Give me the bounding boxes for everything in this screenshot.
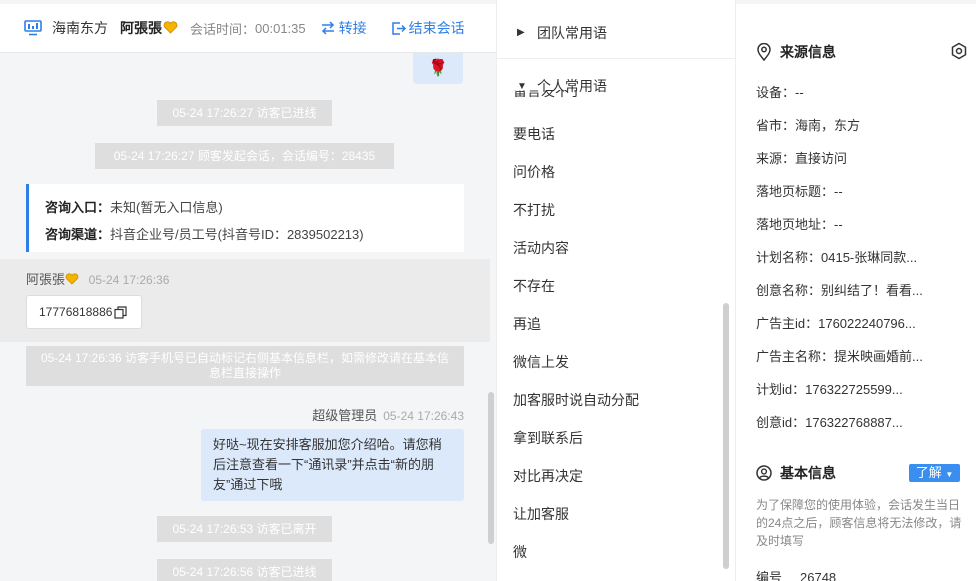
system-message: 05-24 17:26:56 访客已进线	[157, 559, 332, 581]
phrase-item[interactable]: 微信上发	[513, 352, 569, 372]
phrases-scrollbar[interactable]	[723, 303, 729, 569]
view-icon[interactable]	[950, 42, 968, 60]
phrase-item[interactable]: 留言发不了	[513, 90, 583, 102]
chat-header: 海南东方 阿張張 会话时间： 00:01:35 转接 结束会话	[0, 4, 496, 52]
source-row-device: 设备：--	[756, 85, 804, 100]
phrase-item[interactable]: 要电话	[513, 124, 555, 144]
phrase-item[interactable]: 加客服时说自动分配	[513, 390, 639, 410]
heart-icon	[163, 21, 178, 34]
copy-icon[interactable]	[114, 305, 128, 319]
phrases-panel: ▶ 团队常用语 ▼ 个人常用语 留言发不了 要电话 问价格 不打扰 活动内容 不…	[496, 0, 736, 581]
chat-panel: 海南东方 阿張張 会话时间： 00:01:35 转接 结束会话 🌹 05-24 …	[0, 0, 496, 581]
system-message: 05-24 17:26:27 访客已进线	[157, 100, 332, 126]
source-row-creative-id: 创意id：176322768887...	[756, 415, 903, 430]
agent-message: 好哒~现在安排客服加您介绍哈。请您稍后注意查看一下“通讯录”并点击“新的朋友”通…	[201, 429, 464, 501]
visitor-name-text: 阿張張	[120, 20, 162, 36]
source-row-landing-url: 落地页地址：--	[756, 217, 843, 232]
visitor-name: 阿張張	[120, 18, 178, 38]
phrase-text: 留言发不了	[513, 90, 583, 99]
agent-sender-name: 超级管理员	[312, 408, 378, 423]
channel-label: 咨询渠道：	[45, 227, 111, 242]
customer-id-label: 编号	[756, 570, 783, 581]
source-row-advertiser-name: 广告主名称：提米映画婚前...	[756, 349, 923, 364]
visitor-message-block: 阿張張 05-24 17:26:36 17776818886	[0, 259, 490, 342]
phrase-item[interactable]: 不打扰	[513, 200, 555, 220]
monitor-icon	[24, 20, 42, 36]
customer-id-row: 编号 26748	[756, 567, 836, 581]
learn-more-button[interactable]: 了解 ▼	[909, 464, 960, 482]
end-session-label: 结束会话	[408, 20, 465, 36]
system-message: 05-24 17:26:53 访客已离开	[157, 516, 332, 542]
exit-icon	[391, 21, 406, 35]
visitor-message-time: 05-24 17:26:36	[88, 273, 170, 287]
source-row-plan-name: 计划名称：0415-张琳同款...	[756, 250, 918, 265]
personal-phrases-group[interactable]: ▼ 个人常用语	[497, 61, 735, 111]
learn-more-label: 了解	[915, 465, 942, 480]
phrase-item[interactable]: 对比再决定	[513, 466, 583, 486]
user-icon	[756, 465, 772, 481]
source-info-label: 来源信息	[780, 44, 836, 60]
channel-value: 抖音企业号/员工号(抖音号ID：2839502213)	[110, 227, 364, 242]
phrase-item[interactable]: 活动内容	[513, 238, 569, 258]
heart-icon	[65, 273, 79, 285]
phone-number: 17776818886	[39, 305, 113, 319]
phone-message: 17776818886	[26, 295, 142, 329]
agent-message-time: 05-24 17:26:43	[383, 409, 464, 423]
agent-sender: 超级管理员 05-24 17:26:43	[312, 405, 464, 424]
source-row-creative-name: 创意名称：别纠结了！看看...	[756, 283, 923, 298]
customer-id-value: 26748	[800, 570, 837, 581]
chat-scrollbar[interactable]	[488, 392, 494, 544]
location-icon	[757, 43, 771, 61]
team-phrases-label: 团队常用语	[537, 24, 607, 41]
source-row-region: 省市：海南，东方	[756, 118, 861, 133]
visitor-sender-name: 阿張張	[26, 272, 66, 287]
system-message: 05-24 17:26:27 顾客发起会话，会话编号：28435	[95, 143, 394, 169]
edit-notice: 为了保障您的使用体验，会话发生当日的24点之后，顾客信息将无法修改，请及时填写	[756, 498, 962, 548]
caret-down-icon: ▼	[945, 470, 954, 479]
system-message: 05-24 17:26:36 访客手机号已自动标记右侧基本信息栏，如需修改请在基…	[26, 346, 464, 386]
basic-info-title: 基本信息	[756, 463, 836, 483]
phrase-item[interactable]: 让加客服	[513, 504, 569, 524]
consult-info-card: 咨询入口：未知(暂无入口信息) 咨询渠道：抖音企业号/员工号(抖音号ID：283…	[26, 184, 464, 252]
transfer-label: 转接	[338, 20, 367, 36]
phrase-item[interactable]: 问价格	[513, 162, 555, 182]
source-row-plan-id: 计划id：176322725599...	[756, 382, 903, 397]
transfer-icon	[321, 21, 334, 35]
rose-message: 🌹	[413, 52, 463, 84]
entry-label: 咨询入口：	[45, 200, 111, 215]
source-row-landing-title: 落地页标题：--	[756, 184, 843, 199]
entry-row: 咨询入口：未知(暂无入口信息)	[45, 194, 448, 221]
visitor-sender: 阿張張 05-24 17:26:36	[26, 269, 169, 288]
transfer-button[interactable]: 转接	[320, 18, 367, 38]
customer-info-panel: 来源信息 设备：-- 省市：海南，东方 来源：直接访问 落地页标题：-- 落地页…	[736, 0, 976, 581]
basic-info-label: 基本信息	[780, 465, 836, 481]
message-list[interactable]: 🌹 05-24 17:26:27 访客已进线 05-24 17:26:27 顾客…	[0, 52, 490, 581]
phrase-item[interactable]: 微	[513, 542, 527, 562]
entry-value: 未知(暂无入口信息)	[110, 200, 223, 215]
channel-row: 咨询渠道：抖音企业号/员工号(抖音号ID：2839502213)	[45, 221, 448, 248]
end-session-button[interactable]: 结束会话	[391, 18, 465, 38]
phrase-item[interactable]: 不存在	[513, 276, 555, 296]
source-row-origin: 来源：直接访问	[756, 151, 848, 166]
session-time-value: 00:01:35	[255, 20, 306, 36]
source-row-advertiser-id: 广告主id：176022240796...	[756, 316, 916, 331]
phrase-item[interactable]: 拿到联系后	[513, 428, 583, 448]
site-name: 海南东方	[52, 20, 108, 36]
team-phrases-group[interactable]: ▶ 团队常用语	[497, 7, 735, 59]
source-info-title: 来源信息	[756, 42, 836, 62]
caret-right-icon: ▶	[517, 27, 525, 38]
phrase-item[interactable]: 再追	[513, 314, 541, 334]
session-time-label: 会话时间：	[190, 21, 256, 37]
